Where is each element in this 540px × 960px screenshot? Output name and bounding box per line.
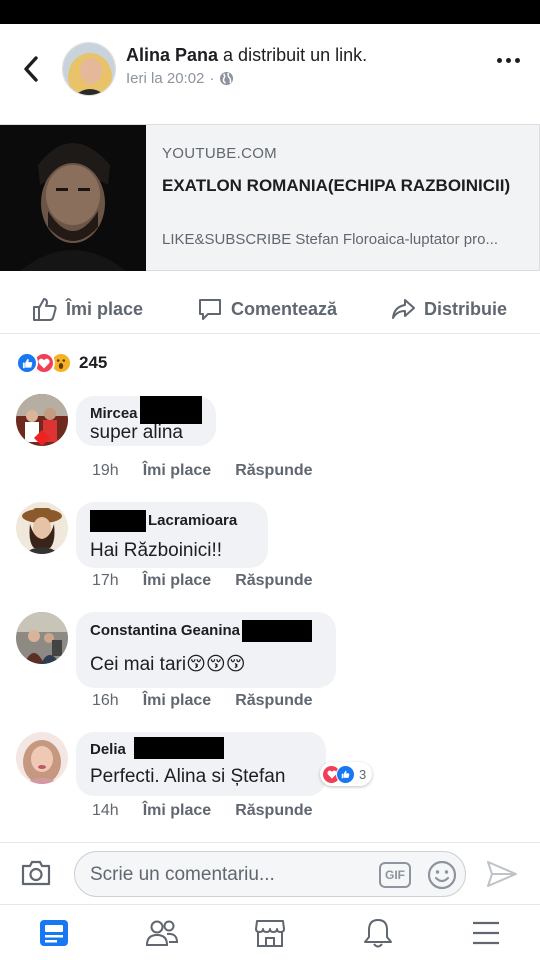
comment-time: 17h (92, 572, 119, 589)
post-action-text: a distribuit un link. (223, 45, 368, 65)
comment-meta: 14h Îmi place Răspunde (92, 802, 313, 820)
smiley-icon (427, 860, 457, 890)
share-arrow-icon (392, 299, 415, 319)
more-options-button[interactable] (497, 58, 520, 63)
dot-icon (515, 58, 520, 63)
link-thumbnail (0, 125, 146, 271)
comment-time: 19h (92, 462, 119, 479)
status-bar (0, 0, 540, 24)
comment-item: Mircea super alina 19h Îmi place Răspund… (0, 392, 540, 492)
comment-bubble[interactable]: Delia Perfecti. Alina si Ștefan (76, 732, 326, 796)
globe-icon (220, 71, 234, 86)
comment-reply-link[interactable]: Răspunde (235, 462, 312, 480)
link-domain: YOUTUBE.COM (162, 145, 277, 162)
share-label: Distribuie (424, 298, 508, 319)
send-button[interactable] (486, 859, 518, 894)
like-reaction-icon (16, 352, 38, 374)
back-button[interactable] (18, 54, 44, 84)
comment-reaction-badge[interactable]: 3 (320, 762, 373, 786)
comment-item: Lacramioara Hai Războinici!! 17h Îmi pla… (0, 502, 540, 602)
menu-icon (473, 921, 499, 945)
comment-item: Delia Perfecti. Alina si Ștefan 3 14h Îm… (0, 732, 540, 832)
post-author-line: Alina Pana a distribuit un link. (126, 45, 367, 66)
comment-bubble-icon (199, 299, 221, 320)
comment-reply-link[interactable]: Răspunde (235, 572, 312, 590)
tab-marketplace[interactable] (250, 915, 290, 951)
commenter-avatar[interactable] (16, 394, 68, 446)
dot-icon (497, 58, 502, 63)
comment-text: Cei mai tari😚😚😚 (90, 654, 246, 675)
comment-meta: 17h Îmi place Răspunde (92, 572, 313, 590)
post-action-bar: Îmi place Comentează Distribuie (0, 284, 540, 334)
comment-meta: 16h Îmi place Răspunde (92, 692, 313, 710)
commenter-avatar[interactable] (16, 612, 68, 664)
comment-like-link[interactable]: Îmi place (143, 802, 211, 820)
comment-reply-link[interactable]: Răspunde (235, 692, 312, 710)
like-reaction-icon (336, 764, 355, 784)
comment-button[interactable]: Comentează (197, 294, 337, 324)
commenter-name[interactable]: Constantina Geanina (90, 620, 322, 642)
link-preview-card[interactable]: YOUTUBE.COM EXATLON ROMANIA(ECHIPA RAZBO… (0, 124, 540, 271)
gif-button[interactable]: GIF (379, 862, 411, 888)
emoji-button[interactable] (427, 860, 457, 895)
link-description: LIKE&SUBSCRIBE Stefan Floroaica-luptator… (162, 231, 498, 248)
comment-like-link[interactable]: Îmi place (143, 692, 211, 710)
comment-bubble[interactable]: Mircea super alina (76, 396, 216, 446)
post-header: Alina Pana a distribuit un link. Ieri la… (0, 24, 540, 122)
author-avatar[interactable] (62, 42, 116, 96)
camera-icon (21, 860, 51, 886)
comment-bubble[interactable]: Constantina Geanina Cei mai tari😚😚😚 (76, 612, 336, 688)
reaction-count: 245 (79, 353, 108, 372)
share-button[interactable]: Distribuie (390, 294, 507, 324)
meta-separator: · (209, 70, 215, 87)
comment-label: Comentează (231, 298, 338, 319)
commenter-avatar[interactable] (16, 732, 68, 784)
tab-notifications[interactable] (358, 915, 398, 951)
camera-button[interactable] (20, 859, 52, 892)
redaction-bar (133, 737, 224, 759)
comment-composer: Scrie un comentariu... GIF (0, 842, 540, 904)
tab-friends[interactable] (142, 915, 182, 951)
redaction-bar (90, 510, 146, 532)
commenter-name[interactable]: Delia (90, 737, 312, 760)
comment-reply-link[interactable]: Răspunde (235, 802, 312, 820)
comment-reaction-count: 3 (359, 766, 367, 782)
post-meta: Ieri la 20:02 · (126, 70, 234, 87)
comment-input[interactable]: Scrie un comentariu... GIF (74, 851, 466, 897)
bottom-tab-bar (0, 904, 540, 960)
post-timestamp[interactable]: Ieri la 20:02 (126, 70, 204, 87)
comment-like-link[interactable]: Îmi place (143, 572, 211, 590)
comment-like-link[interactable]: Îmi place (143, 462, 211, 480)
comment-input-placeholder: Scrie un comentariu... (90, 864, 275, 885)
commenter-avatar[interactable] (16, 502, 68, 554)
dot-icon (506, 58, 511, 63)
reactions-summary[interactable]: 245 (16, 350, 107, 376)
comment-text: Hai Războinici!! (90, 540, 222, 561)
comment-time: 14h (92, 802, 119, 819)
commenter-name[interactable]: Lacramioara (90, 510, 254, 532)
friends-icon (145, 920, 179, 946)
send-icon (487, 861, 517, 887)
link-title: EXATLON ROMANIA(ECHIPA RAZBOINICII) (162, 176, 511, 195)
comment-bubble[interactable]: Lacramioara Hai Războinici!! (76, 502, 268, 568)
author-name[interactable]: Alina Pana (126, 45, 218, 65)
redaction-bar (242, 620, 313, 642)
comment-time: 16h (92, 692, 119, 709)
thumbs-up-icon (33, 298, 57, 321)
tab-menu[interactable] (466, 915, 506, 951)
chevron-left-icon (24, 56, 38, 82)
comment-meta: 19h Îmi place Răspunde (92, 462, 313, 480)
notifications-icon (364, 919, 392, 948)
tab-news-feed[interactable] (34, 915, 74, 951)
marketplace-icon (255, 920, 285, 947)
like-button[interactable]: Îmi place (32, 294, 143, 324)
news-feed-icon (40, 920, 68, 946)
comment-text: Perfecti. Alina si Ștefan (90, 766, 286, 787)
like-label: Îmi place (66, 298, 144, 319)
comment-item: Constantina Geanina Cei mai tari😚😚😚 16h … (0, 612, 540, 722)
